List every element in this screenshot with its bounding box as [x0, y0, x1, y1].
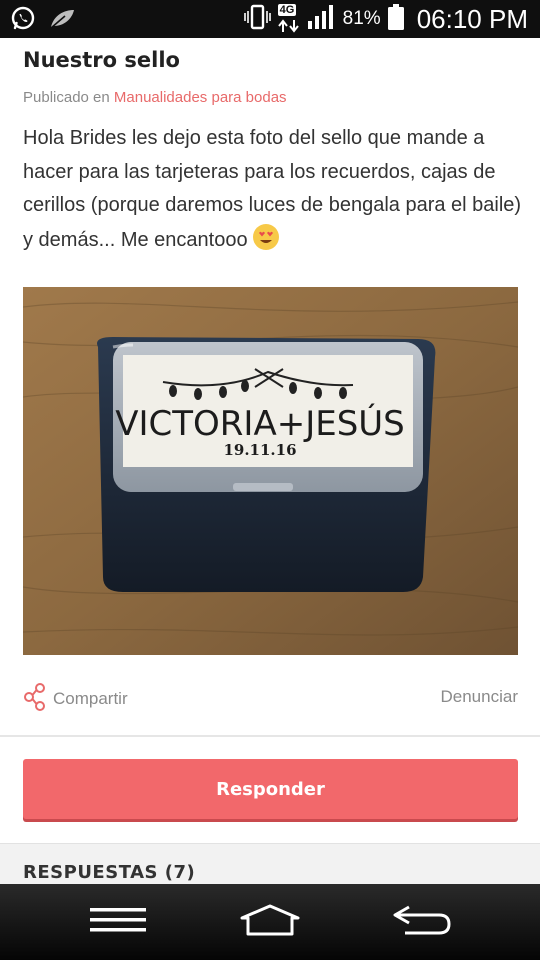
- post-meta: Publicado en Manualidades para bodas: [23, 89, 287, 106]
- home-icon: [238, 904, 302, 940]
- heart-eyes-emoji-icon: [252, 223, 280, 263]
- divider: [0, 735, 540, 737]
- feather-icon: [48, 7, 76, 35]
- post-body: Hola Brides les dejo esta foto del sello…: [23, 122, 523, 262]
- published-prefix: Publicado en: [23, 89, 110, 106]
- post-title: Nuestro sello: [23, 48, 180, 72]
- menu-button[interactable]: [58, 884, 178, 960]
- status-bar: 4G 81% 06:10 PM: [0, 0, 540, 38]
- responses-title: RESPUESTAS (7): [23, 862, 196, 883]
- whatsapp-icon: [10, 6, 36, 36]
- post-actions: Compartir Denunciar: [23, 683, 518, 713]
- clock: 06:10 PM: [416, 3, 528, 34]
- share-button[interactable]: Compartir: [23, 683, 128, 715]
- back-icon: [391, 903, 453, 941]
- category-link[interactable]: Manualidades para bodas: [114, 89, 287, 106]
- reply-button[interactable]: Responder: [23, 759, 518, 819]
- battery-percent: 81%: [342, 8, 381, 29]
- vibrate-icon: [243, 3, 271, 35]
- share-label: Compartir: [53, 689, 128, 708]
- back-button[interactable]: [362, 884, 482, 960]
- share-icon: [23, 683, 47, 715]
- navigation-bar: [0, 884, 540, 960]
- report-link[interactable]: Denunciar: [441, 687, 519, 707]
- stamp-names: VICTORIA+JESÚS: [115, 403, 405, 444]
- battery-icon: [387, 3, 405, 35]
- network-4g-icon: 4G: [277, 4, 301, 34]
- responses-section: RESPUESTAS (7): [0, 843, 540, 884]
- post-photo[interactable]: VICTORIA+JESÚS 19.11.16: [22, 287, 519, 655]
- home-button[interactable]: [210, 884, 330, 960]
- post-content: Nuestro sello Publicado en Manualidades …: [0, 38, 540, 884]
- menu-icon: [90, 906, 146, 938]
- signal-icon: [307, 3, 337, 35]
- stamp-date: 19.11.16: [223, 441, 296, 459]
